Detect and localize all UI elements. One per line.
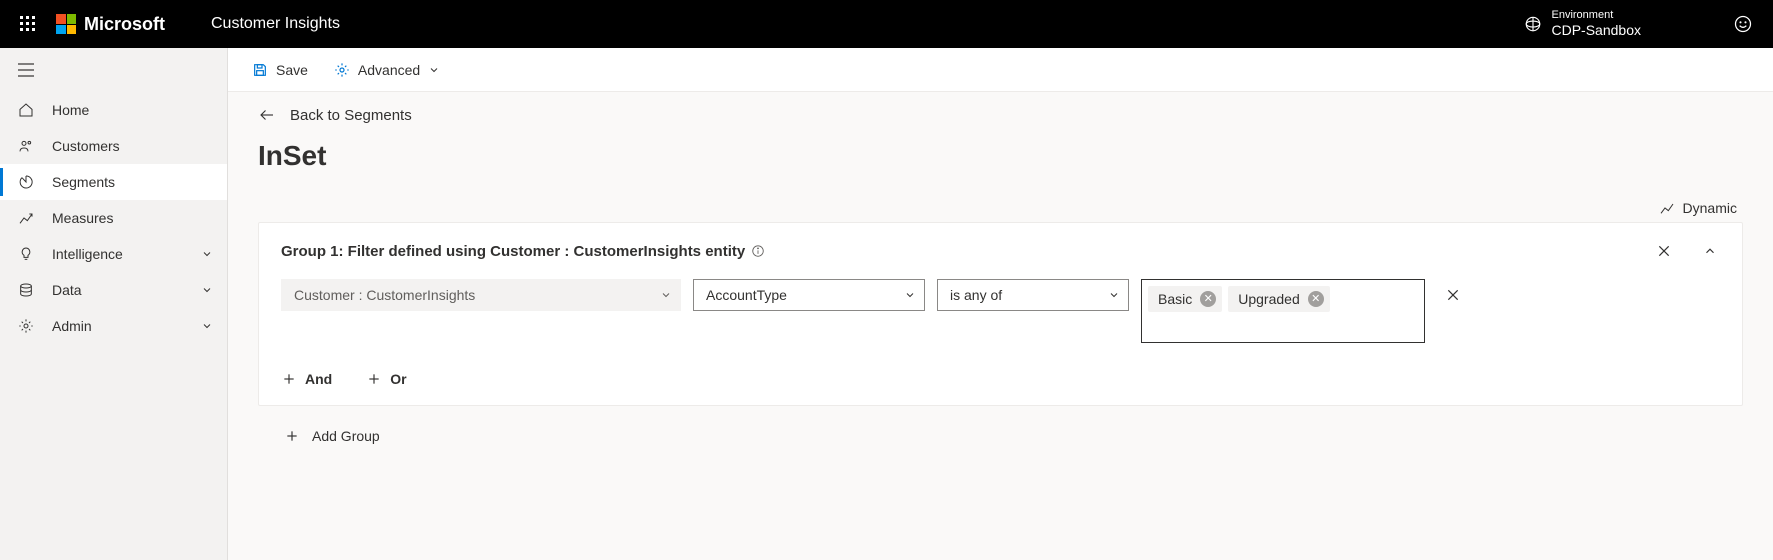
dynamic-label: Dynamic (1683, 200, 1737, 216)
chevron-down-icon (904, 289, 916, 301)
segment-type-dynamic[interactable]: Dynamic (1659, 200, 1737, 216)
sidebar-item-data[interactable]: Data (0, 272, 227, 308)
sidebar-item-label: Admin (52, 318, 92, 334)
app-header: Microsoft Customer Insights Environment … (0, 0, 1773, 48)
chevron-down-icon (201, 248, 213, 260)
group-card-1: Group 1: Filter defined using Customer :… (258, 222, 1743, 406)
data-icon (18, 282, 34, 298)
gear-icon (18, 318, 34, 334)
back-to-segments-link[interactable]: Back to Segments (258, 106, 1743, 124)
sidebar-item-label: Home (52, 102, 89, 118)
attribute-select-value: AccountType (706, 287, 787, 303)
info-icon[interactable] (751, 244, 765, 258)
group-title: Group 1: Filter defined using Customer :… (281, 243, 765, 260)
group-title-text: Group 1: Filter defined using Customer :… (281, 243, 745, 260)
entity-select: Customer : CustomerInsights (281, 279, 681, 311)
and-label: And (305, 371, 332, 387)
chip-label: Upgraded (1238, 291, 1300, 307)
delete-group-icon[interactable] (1654, 241, 1674, 261)
save-icon (252, 62, 268, 78)
ms-logo-icon (56, 14, 76, 34)
remove-chip-icon[interactable]: ✕ (1308, 291, 1324, 307)
plus-icon (366, 371, 382, 387)
page-title: InSet (258, 140, 1743, 172)
value-multiselect[interactable]: Basic ✕ Upgraded ✕ (1141, 279, 1425, 343)
arrow-left-icon (258, 106, 276, 124)
sidebar-item-label: Data (52, 282, 82, 298)
ms-logo: Microsoft (56, 14, 165, 35)
chevron-down-icon (201, 320, 213, 332)
sidebar-item-label: Customers (52, 138, 120, 154)
measures-icon (18, 210, 34, 226)
collapse-group-icon[interactable] (1700, 241, 1720, 261)
sidebar-item-label: Segments (52, 174, 115, 190)
or-label: Or (390, 371, 406, 387)
sidebar-item-label: Measures (52, 210, 113, 226)
plus-icon (284, 428, 300, 444)
sidebar-item-measures[interactable]: Measures (0, 200, 227, 236)
remove-chip-icon[interactable]: ✕ (1200, 291, 1216, 307)
operator-select-value: is any of (950, 287, 1002, 303)
intelligence-icon (18, 246, 34, 262)
plus-icon (281, 371, 297, 387)
main-content: Save Advanced Back to Segments InSet Dyn… (228, 48, 1773, 560)
advanced-label: Advanced (358, 62, 420, 78)
sidebar-item-label: Intelligence (52, 246, 123, 262)
environment-name: CDP-Sandbox (1552, 22, 1642, 39)
chevron-down-icon (1108, 289, 1120, 301)
chevron-down-icon (201, 284, 213, 296)
entity-select-value: Customer : CustomerInsights (294, 287, 475, 303)
sidebar-item-admin[interactable]: Admin (0, 308, 227, 344)
add-or-button[interactable]: Or (366, 371, 406, 387)
header-left: Microsoft Customer Insights (4, 0, 340, 48)
environment-label: Environment (1552, 9, 1642, 22)
save-label: Save (276, 62, 308, 78)
app-name: Customer Insights (211, 15, 340, 33)
customers-icon (18, 138, 34, 154)
save-button[interactable]: Save (246, 54, 314, 86)
sidebar: Home Customers Segments Measures Intelli… (0, 48, 228, 560)
value-chip: Basic ✕ (1148, 286, 1222, 312)
remove-filter-icon[interactable] (1437, 279, 1469, 311)
home-icon (18, 102, 34, 118)
sidebar-item-intelligence[interactable]: Intelligence (0, 236, 227, 272)
attribute-select[interactable]: AccountType (693, 279, 925, 311)
feedback-icon[interactable] (1725, 6, 1761, 42)
app-launcher-icon[interactable] (4, 0, 52, 48)
sidebar-item-customers[interactable]: Customers (0, 128, 227, 164)
chip-label: Basic (1158, 291, 1192, 307)
add-and-button[interactable]: And (281, 371, 332, 387)
environment-icon (1524, 15, 1542, 33)
environment-text: Environment CDP-Sandbox (1552, 9, 1642, 39)
sidebar-item-segments[interactable]: Segments (0, 164, 227, 200)
value-chip: Upgraded ✕ (1228, 286, 1330, 312)
filter-row-1: Customer : CustomerInsights AccountType … (281, 279, 1720, 343)
command-bar: Save Advanced (228, 48, 1773, 92)
chevron-down-icon (428, 64, 440, 76)
advanced-button[interactable]: Advanced (328, 54, 446, 86)
segments-icon (18, 174, 34, 190)
environment-switcher[interactable]: Environment CDP-Sandbox (1524, 9, 1642, 39)
linechart-icon (1659, 200, 1675, 216)
operator-select[interactable]: is any of (937, 279, 1129, 311)
ms-logo-text: Microsoft (84, 14, 165, 35)
add-group-button[interactable]: Add Group (282, 428, 1743, 444)
back-link-label: Back to Segments (290, 107, 412, 124)
gear-icon (334, 62, 350, 78)
add-group-label: Add Group (312, 428, 380, 444)
hamburger-icon[interactable] (0, 48, 227, 92)
chevron-down-icon (660, 289, 672, 301)
sidebar-item-home[interactable]: Home (0, 92, 227, 128)
